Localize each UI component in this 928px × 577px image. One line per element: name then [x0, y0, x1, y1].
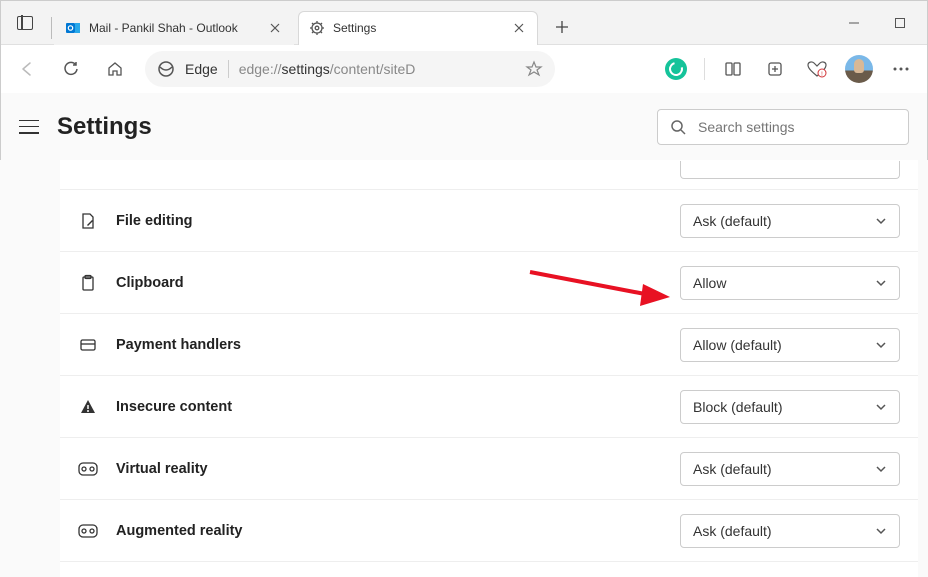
permission-row-insecure: Insecure content Block (default) [60, 376, 918, 438]
select-value: Allow (default) [693, 337, 782, 353]
back-button[interactable] [7, 49, 47, 89]
outlook-icon [65, 20, 81, 36]
permission-label: Virtual reality [116, 461, 662, 477]
split-screen-button[interactable] [713, 49, 753, 89]
chevron-down-icon [875, 339, 887, 351]
favorite-button[interactable] [525, 60, 543, 78]
permission-row-file-editing: File editing Ask (default) [60, 190, 918, 252]
permission-row-vr: Virtual reality Ask (default) [60, 438, 918, 500]
maximize-button[interactable] [877, 1, 923, 45]
tab-separator [51, 17, 52, 39]
settings-header: Settings [1, 93, 927, 161]
close-tab-button[interactable] [511, 20, 527, 36]
tab-title: Settings [333, 21, 505, 35]
chevron-down-icon [875, 463, 887, 475]
profile-avatar[interactable] [839, 49, 879, 89]
chevron-down-icon [875, 277, 887, 289]
permission-label: Insecure content [116, 399, 662, 415]
chevron-down-icon [875, 215, 887, 227]
permission-select-clipboard[interactable]: Allow [680, 266, 900, 300]
home-button[interactable] [95, 49, 135, 89]
permission-select-payment[interactable]: Allow (default) [680, 328, 900, 362]
close-tab-button[interactable] [267, 20, 283, 36]
permission-row-payment: Payment handlers Allow (default) [60, 314, 918, 376]
edge-icon [157, 60, 175, 78]
refresh-button[interactable] [51, 49, 91, 89]
address-bar[interactable]: Edge edge://settings/content/siteD [145, 51, 555, 87]
search-input[interactable] [698, 119, 896, 135]
partial-row [60, 160, 918, 190]
grammarly-extension[interactable] [656, 49, 696, 89]
warning-icon [78, 397, 98, 417]
window-controls [831, 1, 927, 45]
permission-label: File editing [116, 213, 662, 229]
file-icon [78, 211, 98, 231]
minimize-button[interactable] [831, 1, 877, 45]
tab-settings[interactable]: Settings [298, 11, 538, 45]
separator [704, 58, 705, 80]
titlebar: Mail - Pankil Shah - Outlook Settings [1, 1, 927, 45]
select-value: Ask (default) [693, 461, 772, 477]
vr-icon [78, 521, 98, 541]
search-settings[interactable] [657, 109, 909, 145]
settings-content: File editing Ask (default) Clipboard All… [0, 160, 928, 577]
more-button[interactable] [881, 49, 921, 89]
tab-title: Mail - Pankil Shah - Outlook [89, 21, 261, 35]
permission-row-clipboard: Clipboard Allow [60, 252, 918, 314]
health-button[interactable]: ! [797, 49, 837, 89]
toolbar: Edge edge://settings/content/siteD ! [1, 45, 927, 93]
tab-actions-icon [17, 16, 33, 30]
permission-label: Augmented reality [116, 523, 662, 539]
collections-button[interactable] [755, 49, 795, 89]
hamburger-menu[interactable] [19, 120, 39, 134]
permission-select-insecure[interactable]: Block (default) [680, 390, 900, 424]
chevron-down-icon [875, 401, 887, 413]
permissions-panel: File editing Ask (default) Clipboard All… [60, 160, 918, 577]
select-value: Ask (default) [693, 523, 772, 539]
permission-select-file-editing[interactable]: Ask (default) [680, 204, 900, 238]
permission-select-vr[interactable]: Ask (default) [680, 452, 900, 486]
gear-icon [309, 20, 325, 36]
permission-label: Clipboard [116, 275, 662, 291]
card-icon [78, 335, 98, 355]
page-title: Settings [57, 113, 152, 141]
select-value: Block (default) [693, 399, 782, 415]
search-icon [670, 119, 686, 135]
permission-select-ar[interactable]: Ask (default) [680, 514, 900, 548]
tab-actions-button[interactable] [1, 16, 49, 30]
clipboard-icon [78, 273, 98, 293]
partial-select[interactable] [680, 161, 900, 179]
select-value: Allow [693, 275, 726, 291]
separator [228, 60, 229, 78]
permission-row-ar: Augmented reality Ask (default) [60, 500, 918, 562]
new-tab-button[interactable] [546, 11, 578, 43]
vr-icon [78, 459, 98, 479]
brand-label: Edge [185, 61, 218, 77]
chevron-down-icon [875, 525, 887, 537]
permission-label: Payment handlers [116, 337, 662, 353]
tab-outlook[interactable]: Mail - Pankil Shah - Outlook [54, 11, 294, 45]
select-value: Ask (default) [693, 213, 772, 229]
url-text: edge://settings/content/siteD [239, 61, 416, 77]
